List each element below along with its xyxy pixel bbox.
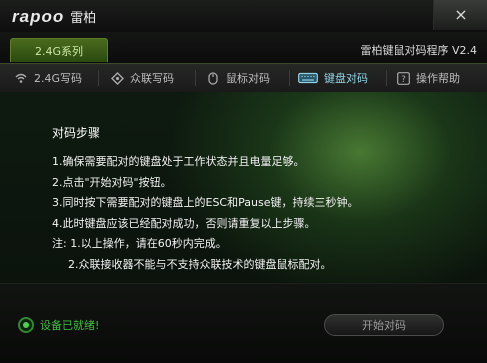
- status-ready-icon: [18, 317, 34, 333]
- list-item: 1.确保需要配对的键盘处于工作状态并且电量足够。: [52, 155, 305, 168]
- wifi-icon: [14, 71, 28, 85]
- steps-list: 1.确保需要配对的键盘处于工作状态并且电量足够。 2.点击"开始对码"按钮。 3…: [52, 152, 358, 275]
- status-text: 设备已就绪!: [40, 319, 100, 332]
- nav-label: 鼠标对码: [226, 72, 270, 85]
- section-title: 对码步骤: [52, 126, 101, 140]
- nav-label: 键盘对码: [324, 72, 368, 85]
- list-item: 4.此时键盘应该已经配对成功，否则请重复以上步骤。: [52, 216, 316, 230]
- status-footer: 设备已就绪! 开始对码: [0, 283, 487, 363]
- help-icon: ?: [396, 71, 410, 85]
- nav-label: 2.4G写码: [34, 72, 83, 85]
- mouse-icon: [206, 71, 220, 85]
- nav-divider: [98, 70, 99, 86]
- nav-item-keyboard-pair[interactable]: 键盘对码: [298, 64, 368, 92]
- device-status: 设备已就绪!: [18, 317, 99, 333]
- nav-label: 操作帮助: [416, 72, 460, 85]
- logo-text: rapoo: [12, 7, 65, 26]
- list-item: 2.点击"开始对码"按钮。: [52, 175, 172, 189]
- app-window: rapoo 雷柏 × 2.4G系列 雷柏键鼠对码程序 V2.4 2.4G写码 众…: [0, 0, 487, 363]
- nav-divider: [386, 70, 387, 86]
- nav-divider: [289, 70, 290, 86]
- function-nav: 2.4G写码 众联写码 鼠标对码 键盘对码 ? 操作帮助: [0, 63, 487, 93]
- diamond-icon: [110, 71, 124, 85]
- nav-divider: [195, 70, 196, 86]
- list-item: 注: 1.以上操作，请在60秒内完成。: [52, 237, 227, 250]
- title-bar: rapoo 雷柏 ×: [0, 0, 487, 32]
- instructions-panel: 对码步骤 1.确保需要配对的键盘处于工作状态并且电量足够。 2.点击"开始对码"…: [0, 92, 487, 283]
- nav-item-zhonglian-write[interactable]: 众联写码: [110, 64, 174, 92]
- keyboard-icon: [298, 71, 318, 85]
- list-item: 2.众联接收器不能与不支持众联技术的键盘鼠标配对。: [68, 257, 332, 271]
- brand-logo: rapoo 雷柏: [12, 7, 96, 27]
- list-item: 3.同时按下需要配对的键盘上的ESC和Pause键，持续三秒钟。: [52, 196, 359, 209]
- nav-item-2-4g-write[interactable]: 2.4G写码: [14, 64, 82, 92]
- tab-2-4g-series[interactable]: 2.4G系列: [10, 38, 108, 62]
- close-icon: ×: [454, 5, 468, 24]
- app-title: 雷柏键鼠对码程序 V2.4: [360, 44, 477, 57]
- top-tab-row: 2.4G系列 雷柏键鼠对码程序 V2.4: [0, 32, 487, 63]
- nav-item-help[interactable]: ? 操作帮助: [396, 64, 460, 92]
- nav-item-mouse-pair[interactable]: 鼠标对码: [206, 64, 270, 92]
- nav-label: 众联写码: [130, 72, 174, 85]
- svg-text:?: ?: [401, 75, 406, 85]
- logo-chinese-text: 雷柏: [70, 11, 97, 26]
- close-button[interactable]: ×: [433, 0, 487, 30]
- start-pairing-button[interactable]: 开始对码: [324, 314, 444, 336]
